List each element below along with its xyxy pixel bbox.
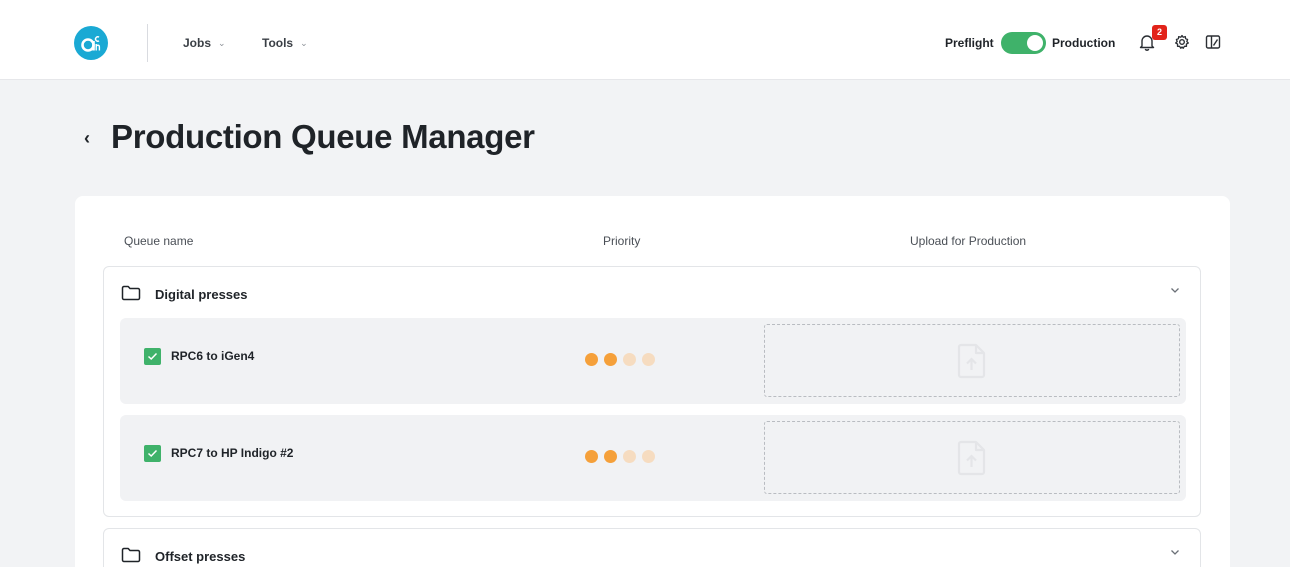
chevron-down-icon: ⌄ — [300, 37, 308, 48]
checkmark-icon — [147, 352, 158, 361]
chevron-down-icon: ⌄ — [218, 37, 226, 48]
mode-toggle[interactable] — [1001, 32, 1046, 54]
priority-dot[interactable] — [604, 353, 617, 366]
chevron-down-icon[interactable] — [1170, 286, 1180, 297]
priority-dot[interactable] — [642, 353, 655, 366]
file-upload-icon — [957, 440, 986, 476]
mode-production-label: Production — [1052, 36, 1116, 50]
back-button[interactable]: ‹ — [84, 128, 90, 149]
priority-dot[interactable] — [642, 450, 655, 463]
column-header-priority: Priority — [603, 234, 641, 248]
page-title: Production Queue Manager — [111, 118, 535, 155]
queue-checkbox[interactable] — [144, 348, 161, 365]
group-header[interactable]: Digital presses — [104, 267, 1200, 319]
queue-group-digital-presses: Digital presses RPC6 to iGen4 RPC7 to HP… — [103, 266, 1201, 517]
panel-icon[interactable] — [1205, 34, 1221, 55]
priority-selector[interactable] — [585, 353, 655, 366]
queue-name: RPC7 to HP Indigo #2 — [171, 446, 294, 460]
gear-icon[interactable] — [1174, 34, 1190, 55]
column-header-upload: Upload for Production — [910, 234, 1027, 248]
nav-jobs-menu[interactable]: Jobs ⌄ — [183, 36, 226, 50]
group-name: Offset presses — [155, 549, 246, 564]
top-bar: Jobs ⌄ Tools ⌄ Preflight Production 2 — [0, 0, 1290, 80]
queue-group-offset-presses: Offset presses — [103, 528, 1201, 567]
header-divider — [147, 24, 148, 62]
priority-dot[interactable] — [585, 450, 598, 463]
group-name: Digital presses — [155, 287, 248, 302]
chevron-down-icon[interactable] — [1170, 548, 1180, 559]
nav-tools-label: Tools — [262, 36, 294, 50]
priority-dot[interactable] — [623, 353, 636, 366]
nav-jobs-label: Jobs — [183, 36, 212, 50]
upload-dropzone[interactable] — [764, 324, 1180, 397]
mode-preflight-label: Preflight — [945, 36, 994, 50]
group-header[interactable]: Offset presses — [104, 529, 1200, 567]
priority-dot[interactable] — [604, 450, 617, 463]
file-upload-icon — [957, 343, 986, 379]
priority-selector[interactable] — [585, 450, 655, 463]
nav-tools-menu[interactable]: Tools ⌄ — [262, 36, 308, 50]
toggle-knob — [1027, 35, 1043, 51]
notification-badge: 2 — [1152, 25, 1167, 40]
checkmark-icon — [147, 449, 158, 458]
queue-checkbox[interactable] — [144, 445, 161, 462]
app-logo-icon[interactable] — [74, 26, 108, 60]
queue-row: RPC7 to HP Indigo #2 — [120, 415, 1186, 501]
upload-dropzone[interactable] — [764, 421, 1180, 494]
queue-row: RPC6 to iGen4 — [120, 318, 1186, 404]
priority-dot[interactable] — [623, 450, 636, 463]
priority-dot[interactable] — [585, 353, 598, 366]
folder-icon — [121, 547, 141, 567]
queue-name: RPC6 to iGen4 — [171, 349, 255, 363]
column-header-queue-name: Queue name — [124, 234, 194, 248]
folder-icon — [121, 285, 141, 306]
